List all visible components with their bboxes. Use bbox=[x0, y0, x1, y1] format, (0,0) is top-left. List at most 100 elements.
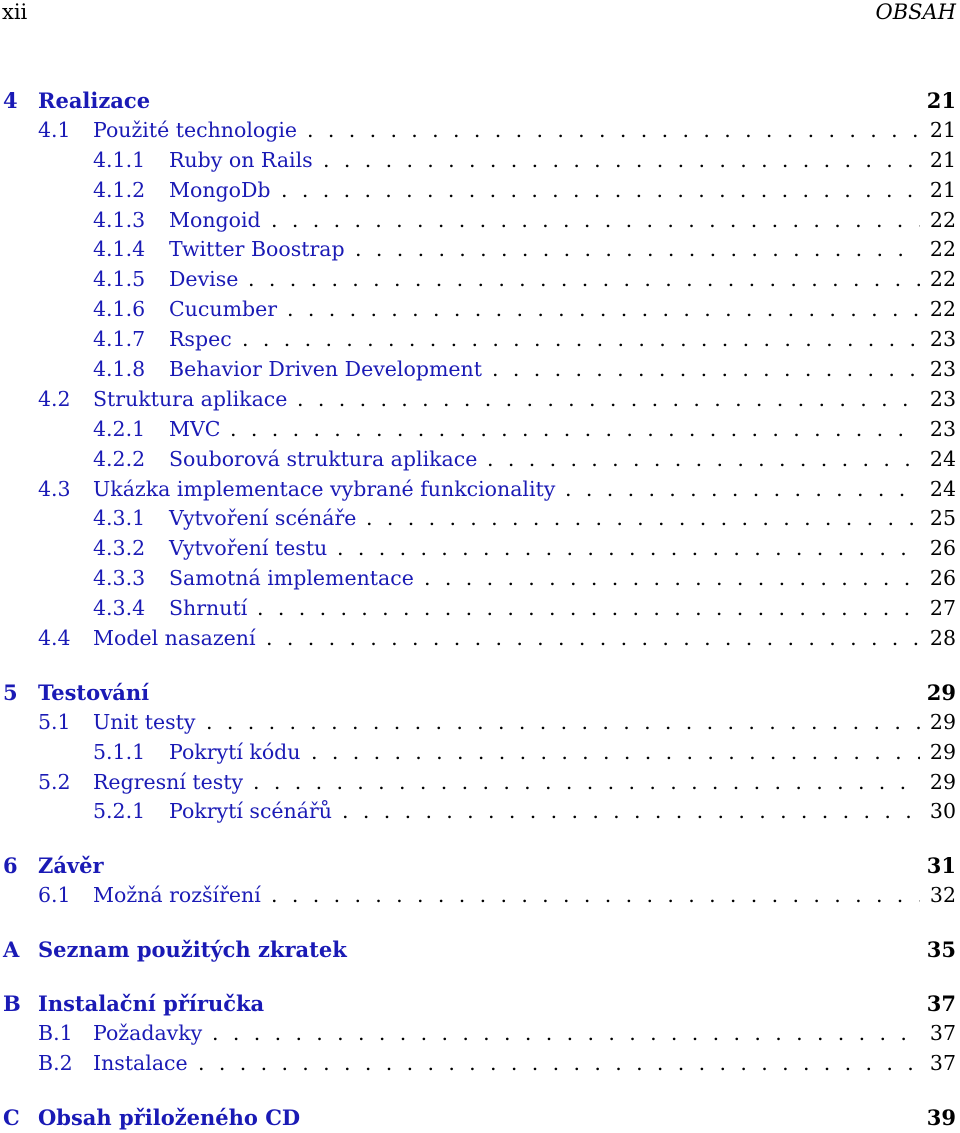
toc-entry-title[interactable]: MongoDb bbox=[169, 176, 275, 206]
toc-entry-title[interactable]: Twitter Boostrap bbox=[169, 235, 349, 265]
toc-entry-chapter[interactable]: A Seznam použitých zkratek 35 bbox=[0, 935, 960, 965]
toc-entry-title[interactable]: Realizace bbox=[38, 86, 155, 116]
toc-entry-number[interactable]: B bbox=[3, 989, 21, 1019]
toc-entry-subsection[interactable]: 4.1.7 Rspec. . . . . . . . . . . . . . . … bbox=[0, 325, 960, 355]
toc-entry-number[interactable]: 4.1.1 bbox=[93, 146, 145, 176]
toc-entry-title[interactable]: Instalační příručka bbox=[38, 989, 269, 1019]
toc-entry-title[interactable]: Shrnutí bbox=[169, 594, 252, 624]
toc-entry-chapter[interactable]: 4 Realizace 21 bbox=[0, 86, 960, 116]
toc-entry-title[interactable]: Ruby on Rails bbox=[169, 146, 317, 176]
toc-entry-subsection[interactable]: 4.2.2 Souborová struktura aplikace. . . .… bbox=[0, 445, 960, 475]
toc-entry-title[interactable]: Cucumber bbox=[169, 295, 282, 325]
toc-entry-section[interactable]: B.1 Požadavky. . . . . . . . . . . . . . … bbox=[0, 1019, 960, 1049]
toc-entry-number[interactable]: 4.3.3 bbox=[93, 564, 145, 594]
toc-entry-section[interactable]: 5.1 Unit testy. . . . . . . . . . . . . .… bbox=[0, 708, 960, 738]
toc-entry-chapter[interactable]: 6 Závěr 31 bbox=[0, 851, 960, 881]
toc-entry-title[interactable]: Model nasazení bbox=[93, 624, 260, 654]
toc-entry-section[interactable]: 4.3 Ukázka implementace vybrané funkciona… bbox=[0, 475, 960, 505]
toc-entry-title[interactable]: Instalace bbox=[93, 1049, 192, 1079]
toc-entry-title[interactable]: Seznam použitých zkratek bbox=[38, 935, 351, 965]
toc-entry-subsection[interactable]: 4.2.1 MVC. . . . . . . . . . . . . . . . … bbox=[0, 415, 960, 445]
toc-entry-subsection[interactable]: 4.1.1 Ruby on Rails. . . . . . . . . . . … bbox=[0, 146, 960, 176]
toc-entry-subsection[interactable]: 4.3.4 Shrnutí. . . . . . . . . . . . . . … bbox=[0, 594, 960, 624]
toc-entry-number[interactable]: 4.1.8 bbox=[93, 355, 145, 385]
toc-entry-subsection[interactable]: 4.3.1 Vytvoření scénáře. . . . . . . . . … bbox=[0, 504, 960, 534]
toc-entry-subsection[interactable]: 4.1.4 Twitter Boostrap. . . . . . . . . .… bbox=[0, 235, 960, 265]
toc-entry-subsection[interactable]: 4.3.2 Vytvoření testu. . . . . . . . . . … bbox=[0, 534, 960, 564]
toc-entry-number[interactable]: 5.2 bbox=[38, 768, 71, 798]
toc-entry-number[interactable]: 5.2.1 bbox=[93, 797, 145, 827]
toc-entry-title[interactable]: Struktura aplikace bbox=[93, 385, 292, 415]
toc-entry-title[interactable]: Obsah přiloženého CD bbox=[38, 1103, 305, 1133]
toc-entry-title-text: Ukázka implementace vybrané funkcionalit… bbox=[93, 476, 560, 501]
toc-entry-section[interactable]: 4.4 Model nasazení. . . . . . . . . . . .… bbox=[0, 624, 960, 654]
toc-entry-section[interactable]: 4.1 Použité technologie. . . . . . . . . … bbox=[0, 116, 960, 146]
toc-entry-title[interactable]: Pokrytí kódu bbox=[169, 738, 305, 768]
toc-entry-number[interactable]: 4.3.1 bbox=[93, 504, 145, 534]
toc-entry-title[interactable]: Rspec bbox=[169, 325, 236, 355]
toc-entry-title[interactable]: Souborová struktura aplikace bbox=[169, 445, 482, 475]
toc-entry-title[interactable]: Devise bbox=[169, 265, 243, 295]
toc-entry-section[interactable]: 6.1 Možná rozšíření. . . . . . . . . . . … bbox=[0, 881, 960, 911]
toc-entry-number[interactable]: 6.1 bbox=[38, 881, 71, 911]
toc-entry-number[interactable]: 4.1.4 bbox=[93, 235, 145, 265]
toc-entry-section[interactable]: 5.2 Regresní testy. . . . . . . . . . . .… bbox=[0, 768, 960, 798]
toc-entry-chapter[interactable]: 5 Testování 29 bbox=[0, 678, 960, 708]
toc-entry-title[interactable]: MVC bbox=[169, 415, 225, 445]
toc-entry-number[interactable]: 4.2.2 bbox=[93, 445, 145, 475]
toc-entry-number[interactable]: 4.1.2 bbox=[93, 176, 145, 206]
toc-entry-section[interactable]: B.2 Instalace. . . . . . . . . . . . . . … bbox=[0, 1049, 960, 1079]
toc-entry-number[interactable]: A bbox=[3, 935, 19, 965]
toc-entry-number[interactable]: 6 bbox=[3, 851, 18, 881]
toc-entry-number[interactable]: 4 bbox=[3, 86, 18, 116]
toc-entry-number[interactable]: 4.3.4 bbox=[93, 594, 145, 624]
toc-entry-number[interactable]: 5.1.1 bbox=[93, 738, 145, 768]
toc-entry-chapter[interactable]: B Instalační příručka 37 bbox=[0, 989, 960, 1019]
toc-entry-title[interactable]: Vytvoření testu bbox=[169, 534, 332, 564]
toc-entry-title[interactable]: Regresní testy bbox=[93, 768, 248, 798]
toc-entry-subsection[interactable]: 5.2.1 Pokrytí scénářů. . . . . . . . . . … bbox=[0, 797, 960, 827]
toc-entry-title[interactable]: Závěr bbox=[38, 851, 108, 881]
toc-entry-title[interactable]: Behavior Driven Development bbox=[169, 355, 486, 385]
toc-entry-title-text: Závěr bbox=[38, 853, 108, 879]
toc-entry-subsection[interactable]: 4.1.8 Behavior Driven Development. . . . … bbox=[0, 355, 960, 385]
toc-entry-title[interactable]: Testování bbox=[38, 678, 154, 708]
toc-entry-number[interactable]: 5 bbox=[3, 678, 18, 708]
toc-entry-number[interactable]: 4.2.1 bbox=[93, 415, 145, 445]
toc-entry-number[interactable]: 4.3.2 bbox=[93, 534, 145, 564]
toc-entry-number[interactable]: 4.2 bbox=[38, 385, 71, 415]
toc-entry-title[interactable]: Použité technologie bbox=[93, 116, 302, 146]
toc-entry-title[interactable]: Vytvoření scénáře bbox=[169, 504, 361, 534]
toc-entry-subsection[interactable]: 4.1.5 Devise. . . . . . . . . . . . . . .… bbox=[0, 265, 960, 295]
toc-entry-number[interactable]: 4.3 bbox=[38, 475, 71, 505]
toc-entry-title[interactable]: Možná rozšíření bbox=[93, 881, 265, 911]
toc-entry-subsection[interactable]: 4.1.2 MongoDb. . . . . . . . . . . . . . … bbox=[0, 176, 960, 206]
toc-entry-title[interactable]: Mongoid bbox=[169, 206, 265, 236]
toc-entry-number[interactable]: 4.1.6 bbox=[93, 295, 145, 325]
toc-entry-number[interactable]: 4.1 bbox=[38, 116, 71, 146]
toc-entry-number[interactable]: 4.1.3 bbox=[93, 206, 145, 236]
toc-entry-subsection[interactable]: 4.1.3 Mongoid. . . . . . . . . . . . . . … bbox=[0, 206, 960, 236]
toc-entry-number[interactable]: 4.4 bbox=[38, 624, 71, 654]
toc-entry-title-text: Možná rozšíření bbox=[93, 883, 265, 908]
toc-entry-page: 29 bbox=[929, 709, 956, 734]
toc-entry-title-text: Rspec bbox=[169, 327, 236, 352]
toc-entry-title[interactable]: Pokrytí scénářů bbox=[169, 797, 336, 827]
toc-entry-title[interactable]: Ukázka implementace vybrané funkcionalit… bbox=[93, 475, 560, 505]
toc-entry-chapter[interactable]: C Obsah přiloženého CD 39 bbox=[0, 1103, 960, 1133]
toc-entry-title[interactable]: Unit testy bbox=[93, 708, 200, 738]
toc-entry-subsection[interactable]: 5.1.1 Pokrytí kódu. . . . . . . . . . . .… bbox=[0, 738, 960, 768]
toc-entry-number[interactable]: C bbox=[3, 1103, 20, 1133]
toc-entry-number[interactable]: B.1 bbox=[38, 1019, 73, 1049]
toc-entry-subsection[interactable]: 4.1.6 Cucumber. . . . . . . . . . . . . .… bbox=[0, 295, 960, 325]
toc-entry-title[interactable]: Samotná implementace bbox=[169, 564, 418, 594]
toc-entry-number[interactable]: B.2 bbox=[38, 1049, 73, 1079]
toc-entry-title-text: Realizace bbox=[38, 88, 155, 113]
toc-entry-section[interactable]: 4.2 Struktura aplikace. . . . . . . . . .… bbox=[0, 385, 960, 415]
toc-entry-number[interactable]: 4.1.5 bbox=[93, 265, 145, 295]
toc-entry-subsection[interactable]: 4.3.3 Samotná implementace. . . . . . . .… bbox=[0, 564, 960, 594]
toc-entry-title[interactable]: Požadavky bbox=[93, 1019, 207, 1049]
toc-entry-number[interactable]: 4.1.7 bbox=[93, 325, 145, 355]
dot-leader: . . . . . . . . . . . . . . . . . . . . … bbox=[248, 267, 920, 292]
toc-entry-number[interactable]: 5.1 bbox=[38, 708, 71, 738]
